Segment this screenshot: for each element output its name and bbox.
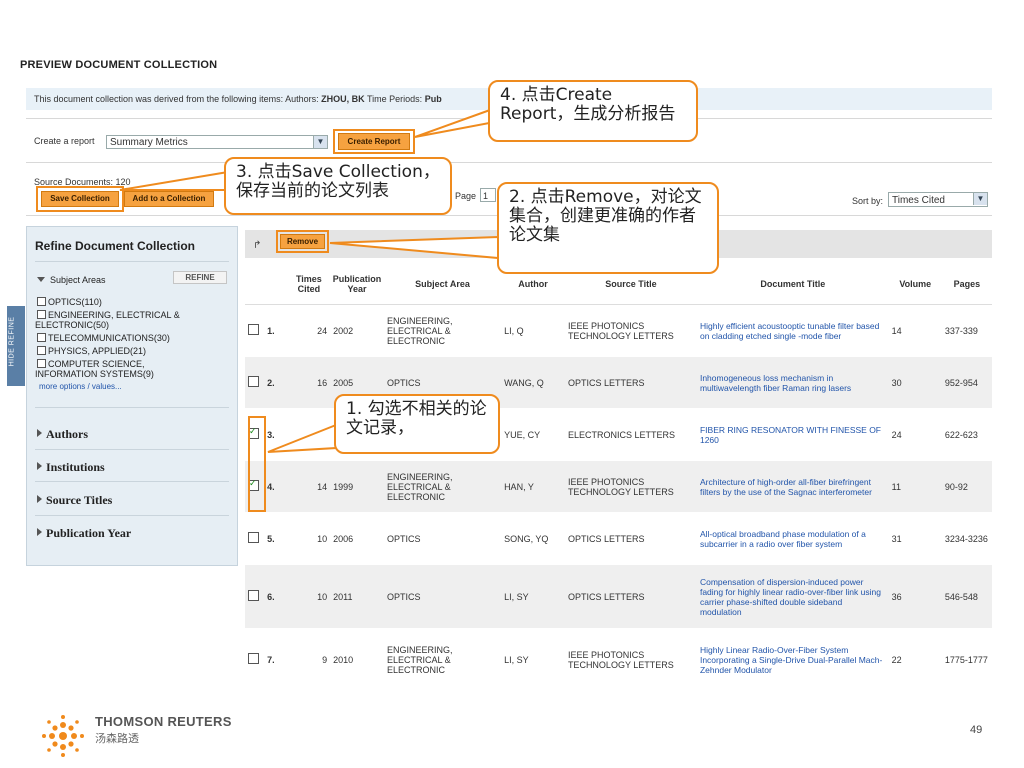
- callout-check-records: 1. 勾选不相关的论文记录，: [334, 394, 500, 454]
- brand-name: THOMSON REUTERS: [95, 714, 232, 729]
- thomson-reuters-logo-icon: [42, 715, 84, 757]
- page-number: 49: [970, 724, 983, 736]
- brand-name-cn: 汤森路透: [95, 732, 139, 745]
- callout-create-report: 4. 点击Create Report，生成分析报告: [488, 80, 698, 142]
- callout-remove: 2. 点击Remove，对论文集合，创建更准确的作者论文集: [497, 182, 719, 274]
- callout-save-collection: 3. 点击Save Collection，保存当前的论文列表: [224, 157, 452, 215]
